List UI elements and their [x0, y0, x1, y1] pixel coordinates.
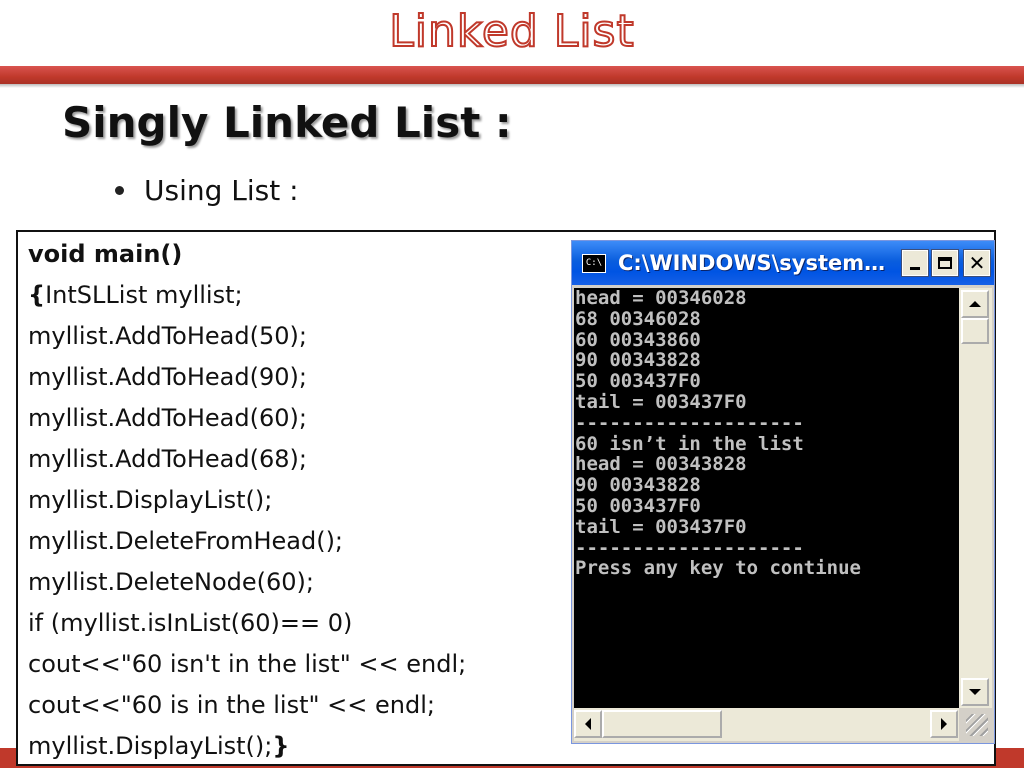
minimize-button[interactable]: [901, 249, 929, 277]
maximize-icon: [938, 257, 952, 269]
header-bar: [0, 66, 1024, 84]
scroll-up-button[interactable]: [961, 290, 989, 318]
code-line: myllist.AddToHead(50);: [28, 322, 307, 350]
code-line: cout<<"60 is in the list" << endl;: [28, 691, 435, 719]
code-listing: void main() {IntSLList myllist; myllist.…: [28, 234, 466, 767]
console-line: head = 00346028: [575, 288, 747, 309]
scroll-left-button[interactable]: [574, 710, 602, 738]
maximize-button[interactable]: [931, 249, 959, 277]
code-line: myllist.AddToHead(68);: [28, 445, 307, 473]
scroll-right-button[interactable]: [930, 710, 958, 738]
code-line: myllist.DisplayList();: [28, 486, 273, 514]
code-text: IntSLList myllist;: [45, 281, 243, 309]
horizontal-scrollbar[interactable]: [574, 708, 959, 741]
console-line: 68 00346028: [575, 307, 701, 330]
minimize-icon: [910, 266, 920, 270]
console-line: 50 003437F0: [575, 370, 701, 393]
arrow-down-icon: [969, 689, 981, 695]
scroll-down-button[interactable]: [961, 678, 989, 706]
bullet-item: Using List :: [115, 174, 299, 207]
code-line: myllist.AddToHead(90);: [28, 363, 307, 391]
console-line: --------------------: [575, 411, 804, 434]
code-line: myllist.DeleteFromHead();: [28, 527, 344, 555]
console-line: head = 00343828: [575, 453, 747, 476]
bullet-icon: [115, 186, 124, 195]
open-brace: {: [28, 281, 46, 309]
console-line: Press any key to continue: [575, 557, 861, 580]
slide-title: Linked List: [388, 5, 635, 58]
vertical-scrollbar[interactable]: [959, 288, 992, 708]
code-line: cout<<"60 isn't in the list" << endl;: [28, 650, 467, 678]
console-line: --------------------: [575, 536, 804, 559]
console-line: 90 00343828: [575, 349, 701, 372]
cmd-window-icon[interactable]: C:\: [582, 254, 606, 273]
section-heading: Singly Linked List :: [62, 98, 512, 147]
console-titlebar[interactable]: C:\ C:\WINDOWS\system… ✕: [572, 241, 994, 285]
arrow-right-icon: [941, 718, 947, 730]
close-button[interactable]: ✕: [963, 249, 991, 277]
code-line: {IntSLList myllist;: [28, 275, 466, 316]
code-line: void main(): [28, 240, 183, 268]
console-line: 60 isn’t in the list: [575, 432, 804, 455]
close-brace: }: [272, 732, 290, 760]
code-line: myllist.DisplayList();}: [28, 726, 466, 767]
arrow-left-icon: [585, 718, 591, 730]
vertical-scroll-thumb[interactable]: [961, 318, 989, 344]
code-line: if (myllist.isInList(60)== 0): [28, 609, 353, 637]
console-line: 90 00343828: [575, 474, 701, 497]
arrow-up-icon: [969, 301, 981, 307]
close-icon: ✕: [968, 251, 986, 275]
console-line: 50 003437F0: [575, 494, 701, 517]
bullet-text: Using List :: [144, 174, 299, 207]
console-output[interactable]: head = 00346028 68 00346028 60 00343860 …: [574, 288, 959, 708]
resize-grip-icon[interactable]: [966, 714, 988, 736]
console-window: C:\ C:\WINDOWS\system… ✕ head = 00346028…: [571, 240, 995, 744]
code-line: myllist.AddToHead(60);: [28, 404, 307, 432]
horizontal-scroll-thumb[interactable]: [602, 710, 722, 738]
console-line: tail = 003437F0: [575, 515, 747, 538]
code-line: myllist.DeleteNode(60);: [28, 568, 314, 596]
console-line: 60 00343860: [575, 328, 701, 351]
console-line: tail = 003437F0: [575, 390, 747, 413]
header-bar-shadow: [0, 84, 1024, 88]
console-title: C:\WINDOWS\system…: [618, 251, 886, 275]
code-text: myllist.DisplayList();: [28, 732, 273, 760]
